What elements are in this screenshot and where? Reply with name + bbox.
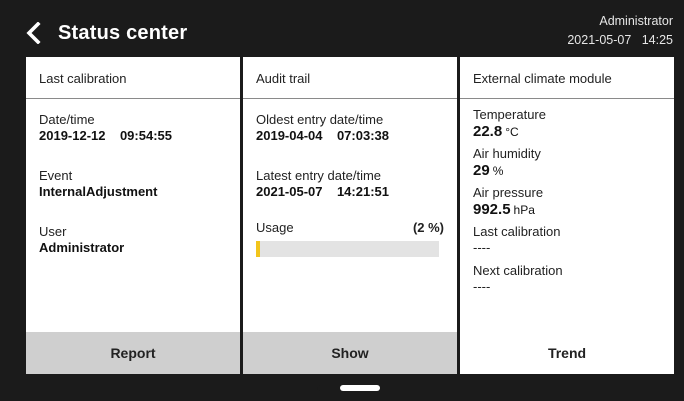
page-dot-2-active[interactable] <box>340 385 380 391</box>
calibration-event-value: InternalAdjustment <box>39 184 158 199</box>
back-button[interactable] <box>20 20 46 46</box>
last-calibration-panel: Last calibration Date/time 2019-12-12 09… <box>26 57 240 374</box>
pressure-value: 992.5 <box>473 201 511 218</box>
calibration-event-label: Event <box>39 168 73 183</box>
panel-heading: External climate module <box>460 57 674 99</box>
pressure-label: Air pressure <box>473 185 544 200</box>
climate-module-panel: External climate module Temperature 22.8… <box>460 57 674 374</box>
climate-next-calibration-value: ---- <box>473 279 491 294</box>
audit-trail-panel: Audit trail Oldest entry date/time 2019-… <box>243 57 457 374</box>
pressure-reading: 992.5 hPa <box>473 200 661 220</box>
temperature-reading: 22.8 °C <box>473 122 661 142</box>
usage-label: Usage <box>256 220 294 235</box>
current-datetime: 2021-05-07 14:25 <box>567 33 673 47</box>
calibration-user-value: Administrator <box>39 240 125 255</box>
latest-entry-value: 2021-05-07 14:21:51 <box>256 184 389 199</box>
show-button[interactable]: Show <box>243 332 457 374</box>
temperature-value: 22.8 <box>473 123 503 140</box>
climate-last-calibration-value: ---- <box>473 240 491 255</box>
trend-button[interactable]: Trend <box>460 332 674 374</box>
humidity-unit: % <box>492 164 504 178</box>
oldest-entry-label: Oldest entry date/time <box>256 112 384 127</box>
temperature-label: Temperature <box>473 107 546 122</box>
panel-heading: Audit trail <box>243 57 457 99</box>
temperature-unit: °C <box>505 125 519 139</box>
usage-percent: (2 %) <box>412 220 444 235</box>
calibration-date-value: 2019-12-12 09:54:55 <box>39 128 172 143</box>
pressure-unit: hPa <box>513 203 535 217</box>
chevron-left-icon <box>26 22 41 44</box>
panel-heading: Last calibration <box>26 57 240 99</box>
humidity-reading: 29% <box>473 161 661 181</box>
header-bar: Status center Administrator 2021-05-07 1… <box>0 0 684 56</box>
usage-progress-bar <box>256 241 439 257</box>
page-title: Status center <box>58 22 188 44</box>
climate-last-calibration-label: Last calibration <box>473 224 561 239</box>
climate-next-calibration-label: Next calibration <box>473 263 563 278</box>
calibration-date-label: Date/time <box>39 112 95 127</box>
humidity-value: 29 <box>473 162 490 179</box>
usage-progress-fill <box>256 241 260 257</box>
report-button[interactable]: Report <box>26 332 240 374</box>
current-user: Administrator <box>599 14 673 28</box>
humidity-label: Air humidity <box>473 146 541 161</box>
calibration-user-label: User <box>39 224 67 239</box>
oldest-entry-value: 2019-04-04 07:03:38 <box>256 128 389 143</box>
latest-entry-label: Latest entry date/time <box>256 168 382 183</box>
